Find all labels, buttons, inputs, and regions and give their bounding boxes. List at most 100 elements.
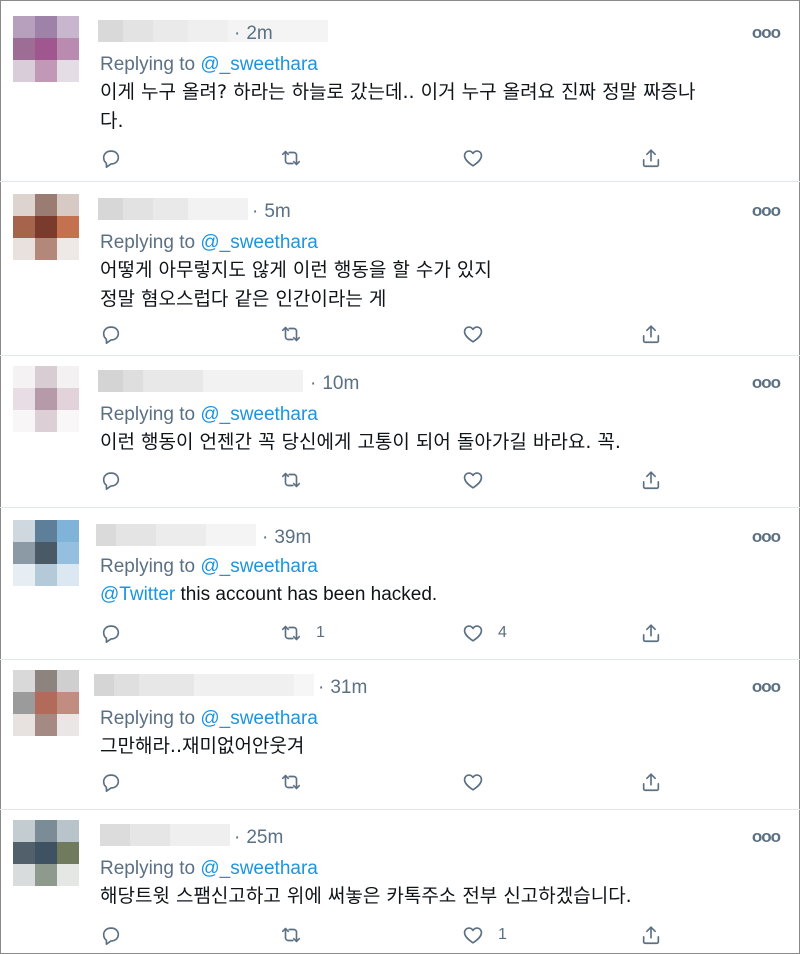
reply-icon (100, 771, 122, 793)
reply-tweet[interactable]: · 2m ooo Replying to @_sweethara 이게 누구 올려… (0, 0, 800, 182)
share-icon (640, 147, 662, 169)
like-button[interactable] (462, 322, 498, 346)
share-icon (640, 771, 662, 793)
user-name-blurred[interactable] (96, 524, 256, 546)
reply-icon (100, 323, 122, 345)
like-button[interactable] (462, 146, 498, 170)
tweet-timestamp[interactable]: · 2m (234, 23, 273, 45)
tweet-text: 해당트윗 스팸신고하고 위에 써놓은 카톡주소 전부 신고하겠습니다. (100, 885, 632, 907)
retweet-button[interactable] (280, 322, 316, 346)
user-name-blurred[interactable] (98, 198, 248, 220)
retweet-button[interactable] (280, 770, 316, 794)
tweet-timestamp[interactable]: · 10m (310, 373, 359, 395)
share-button[interactable] (640, 770, 662, 794)
replying-to: Replying to @_sweethara (100, 858, 318, 879)
share-button[interactable] (640, 322, 662, 346)
tweet-text: 이게 누구 올려? 하라는 하늘로 갔는데.. 이거 누구 올려요 진짜 정말 … (100, 81, 696, 132)
reply-icon (100, 469, 122, 491)
tweet-actions: 1 (100, 923, 680, 947)
reply-handle-link[interactable]: @_sweethara (200, 232, 318, 253)
like-button[interactable]: 4 (462, 621, 507, 645)
like-button[interactable]: 1 (462, 923, 507, 947)
tweet-actions (100, 770, 680, 794)
tweet-text-content: this account has been hacked. (175, 584, 438, 605)
avatar[interactable] (13, 16, 79, 82)
reply-tweet[interactable]: · 5m ooo Replying to @_sweethara 어떻게 아무렇지… (0, 182, 800, 356)
share-button[interactable] (640, 621, 662, 645)
reply-icon (100, 924, 122, 946)
tweet-actions (100, 322, 680, 346)
reply-tweet[interactable]: · 39m ooo Replying to @_sweethara @Twitte… (0, 508, 800, 660)
reply-handle-link[interactable]: @_sweethara (200, 54, 318, 75)
tweet-text: @Twitter this account has been hacked. (100, 580, 780, 609)
reply-button[interactable] (100, 146, 122, 170)
tweet-actions (100, 146, 680, 170)
reply-handle-link[interactable]: @_sweethara (200, 708, 318, 729)
like-icon (462, 469, 484, 491)
retweet-button[interactable] (280, 468, 316, 492)
retweet-icon (280, 323, 302, 345)
reply-handle-link[interactable]: @_sweethara (200, 404, 318, 425)
share-button[interactable] (640, 468, 662, 492)
replying-to: Replying to @_sweethara (100, 708, 318, 729)
reply-handle-link[interactable]: @_sweethara (200, 556, 318, 577)
more-icon[interactable]: ooo (752, 201, 781, 221)
like-button[interactable] (462, 770, 498, 794)
avatar[interactable] (13, 366, 79, 432)
reply-tweet[interactable]: · 25m ooo Replying to @_sweethara 해당트윗 스팸… (0, 810, 800, 954)
like-icon (462, 323, 484, 345)
retweet-icon (280, 771, 302, 793)
more-icon[interactable]: ooo (752, 373, 781, 393)
tweet-timestamp[interactable]: · 31m (318, 677, 367, 699)
tweet-actions (100, 468, 680, 492)
tweet-text: 어떻게 아무렇지도 않게 이런 행동을 할 수가 있지 정말 혐오스럽다 같은 … (100, 259, 492, 310)
share-button[interactable] (640, 146, 662, 170)
user-name-blurred[interactable] (94, 674, 314, 696)
share-icon (640, 323, 662, 345)
retweet-button[interactable] (280, 146, 316, 170)
tweet-timestamp[interactable]: · 25m (234, 827, 283, 849)
more-icon[interactable]: ooo (752, 23, 781, 43)
avatar[interactable] (13, 820, 79, 886)
reply-button[interactable] (100, 621, 122, 645)
reply-button[interactable] (100, 468, 122, 492)
reply-handle-link[interactable]: @_sweethara (200, 858, 318, 879)
retweet-button[interactable]: 1 (280, 621, 325, 645)
more-icon[interactable]: ooo (752, 677, 781, 697)
reply-button[interactable] (100, 770, 122, 794)
retweet-icon (280, 147, 302, 169)
reply-tweet[interactable]: · 10m ooo Replying to @_sweethara 이런 행동이 … (0, 356, 800, 508)
like-count: 4 (498, 624, 507, 641)
avatar[interactable] (13, 194, 79, 260)
avatar[interactable] (13, 670, 79, 736)
replying-to: Replying to @_sweethara (100, 54, 318, 75)
like-icon (462, 924, 484, 946)
more-icon[interactable]: ooo (752, 827, 781, 847)
tweet-timestamp[interactable]: · 39m (262, 527, 311, 549)
more-icon[interactable]: ooo (752, 527, 781, 547)
retweet-button[interactable] (280, 923, 316, 947)
retweet-icon (280, 469, 302, 491)
tweet-text: 그만해라..재미없어안웃겨 (100, 735, 305, 757)
retweet-count: 1 (316, 624, 325, 641)
user-name-blurred[interactable] (98, 20, 328, 42)
reply-button[interactable] (100, 322, 122, 346)
tweet-actions: 14 (100, 621, 680, 645)
replying-to: Replying to @_sweethara (100, 404, 318, 425)
like-icon (462, 622, 484, 644)
like-icon (462, 147, 484, 169)
retweet-icon (280, 924, 302, 946)
reply-icon (100, 622, 122, 644)
user-name-blurred[interactable] (98, 370, 303, 392)
user-name-blurred[interactable] (100, 824, 230, 846)
avatar[interactable] (13, 520, 79, 586)
reply-tweet[interactable]: · 31m ooo Replying to @_sweethara 그만해라..재… (0, 660, 800, 810)
reply-button[interactable] (100, 923, 122, 947)
share-button[interactable] (640, 923, 662, 947)
share-icon (640, 924, 662, 946)
retweet-icon (280, 622, 302, 644)
reply-icon (100, 147, 122, 169)
like-button[interactable] (462, 468, 498, 492)
mention-link[interactable]: @Twitter (100, 584, 175, 605)
tweet-timestamp[interactable]: · 5m (252, 201, 291, 223)
